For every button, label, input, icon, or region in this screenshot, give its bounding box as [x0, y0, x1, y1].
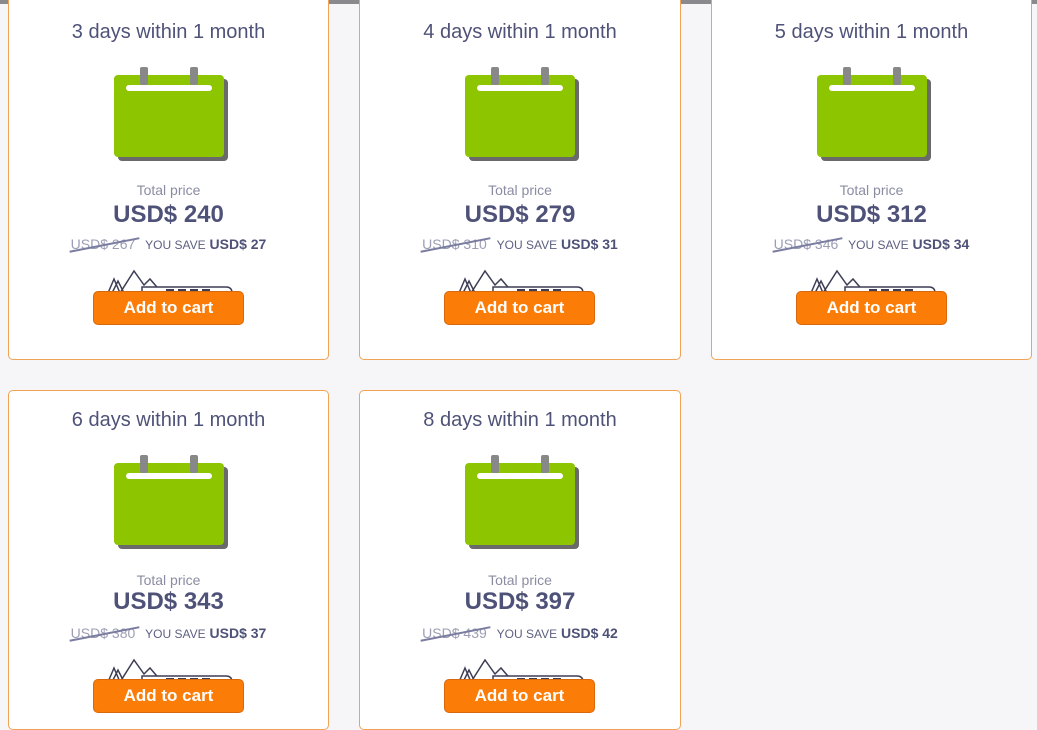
- pass-card-5-days: 5 days within 1 month Total price USD$ 3…: [711, 0, 1032, 360]
- save-amount: USD$ 31: [561, 236, 618, 252]
- card-title: 5 days within 1 month: [774, 21, 969, 43]
- card-title: 4 days within 1 month: [423, 21, 617, 43]
- total-price-label: Total price: [136, 182, 201, 198]
- add-to-cart-button[interactable]: Add to cart: [444, 679, 595, 713]
- total-price-label: Total price: [839, 182, 904, 198]
- original-price: USD$ 439: [422, 625, 487, 641]
- savings-line: USD$ 439 YOU SAVE USD$ 42: [360, 625, 680, 641]
- you-save-label: YOU SAVE: [496, 238, 558, 252]
- save-amount: USD$ 37: [209, 625, 267, 641]
- original-price: USD$ 267: [70, 236, 136, 252]
- calendar-icon: [465, 455, 579, 549]
- total-price-label: Total price: [136, 572, 201, 588]
- save-amount: USD$ 42: [561, 625, 618, 641]
- price: USD$ 279: [464, 201, 576, 228]
- savings-line: USD$ 380 YOU SAVE USD$ 37: [9, 625, 328, 641]
- pass-card-4-days: 4 days within 1 month Total price USD$ 2…: [359, 0, 681, 360]
- you-save-label: YOU SAVE: [145, 627, 206, 641]
- calendar-icon: [465, 67, 579, 161]
- calendar-icon: [817, 67, 931, 161]
- add-to-cart-button[interactable]: Add to cart: [444, 291, 595, 325]
- calendar-icon: [114, 67, 228, 161]
- you-save-label: YOU SAVE: [848, 238, 909, 252]
- original-price: USD$ 380: [70, 625, 136, 641]
- you-save-label: YOU SAVE: [145, 238, 206, 252]
- savings-line: USD$ 310 YOU SAVE USD$ 31: [360, 236, 680, 252]
- add-to-cart-button[interactable]: Add to cart: [93, 679, 244, 713]
- save-amount: USD$ 34: [912, 236, 970, 252]
- price: USD$ 343: [113, 588, 224, 615]
- savings-line: USD$ 267 YOU SAVE USD$ 27: [9, 236, 328, 252]
- pass-card-8-days: 8 days within 1 month Total price USD$ 3…: [359, 390, 681, 730]
- pass-card-3-days: 3 days within 1 month Total price USD$ 2…: [8, 0, 329, 360]
- price: USD$ 240: [113, 201, 224, 228]
- card-title: 8 days within 1 month: [423, 409, 617, 431]
- original-price: USD$ 310: [422, 236, 487, 252]
- card-title: 3 days within 1 month: [71, 21, 266, 43]
- add-to-cart-button[interactable]: Add to cart: [93, 291, 244, 325]
- add-to-cart-button[interactable]: Add to cart: [796, 291, 947, 325]
- savings-line: USD$ 346 YOU SAVE USD$ 34: [712, 236, 1031, 252]
- price: USD$ 397: [464, 588, 576, 615]
- save-amount: USD$ 27: [209, 236, 267, 252]
- total-price-label: Total price: [488, 182, 552, 198]
- price: USD$ 312: [816, 201, 927, 228]
- calendar-icon: [114, 455, 228, 549]
- you-save-label: YOU SAVE: [496, 627, 558, 641]
- original-price: USD$ 346: [773, 236, 839, 252]
- pass-card-6-days: 6 days within 1 month Total price USD$ 3…: [8, 390, 329, 730]
- total-price-label: Total price: [488, 572, 552, 588]
- card-title: 6 days within 1 month: [71, 409, 266, 431]
